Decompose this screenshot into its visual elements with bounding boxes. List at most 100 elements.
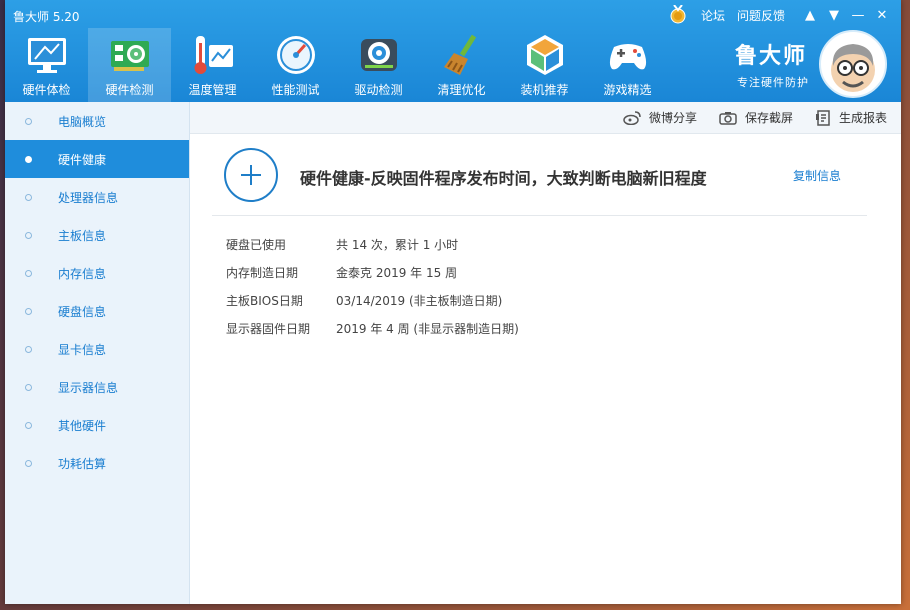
sidebar-item-label: 硬件健康 (58, 152, 107, 167)
bullet-icon (25, 193, 32, 201)
bullet-icon (25, 307, 32, 315)
watermark: 值 什么值得买 (778, 573, 898, 600)
sidebar-item-disk[interactable]: 硬盘信息 (5, 292, 189, 330)
nav-label: 游戏精选 (603, 83, 652, 97)
sidebar-item-gpu[interactable]: 显卡信息 (5, 330, 189, 368)
bullet-icon (25, 117, 32, 125)
nav-label: 性能测试 (271, 83, 320, 97)
weibo-share-label: 微博分享 (648, 111, 697, 125)
nav-item-performance[interactable]: 性能测试 (254, 28, 337, 102)
driver-gear-icon (361, 39, 397, 71)
info-key: 内存制造日期 (226, 265, 299, 280)
info-value: 2019 年 4 周 (非显示器制造日期) (336, 321, 519, 336)
minimize-button[interactable]: — (847, 8, 869, 23)
nav-label: 清理优化 (437, 83, 486, 97)
header-bar: 鲁大师 5.20 论坛 问题反馈 ▲ ▼ — ✕ 硬件体检 硬件检测 温度管理 … (5, 0, 901, 102)
info-table: 硬盘已使用 共 14 次，累计 1 小时 内存制造日期 金泰克 2019 年 1… (226, 230, 519, 342)
info-row: 显示器固件日期 2019 年 4 周 (非显示器制造日期) (226, 314, 519, 342)
nav-label: 装机推荐 (520, 83, 569, 97)
nav-item-temperature[interactable]: 温度管理 (171, 28, 254, 102)
info-value: 共 14 次，累计 1 小时 (336, 237, 459, 252)
bullet-icon (25, 269, 32, 277)
menu-icon[interactable]: ▼ (823, 8, 845, 23)
info-row: 硬盘已使用 共 14 次，累计 1 小时 (226, 230, 519, 258)
bullet-icon (25, 383, 32, 391)
nav-item-driver[interactable]: 驱动检测 (337, 28, 420, 102)
nav-item-games[interactable]: 游戏精选 (586, 28, 669, 102)
copy-info-link[interactable]: 复制信息 (793, 167, 841, 184)
sidebar-item-power[interactable]: 功耗估算 (5, 444, 189, 482)
gamepad-icon (609, 44, 647, 70)
broom-icon (444, 34, 477, 75)
info-value: 金泰克 2019 年 15 周 (336, 265, 458, 280)
info-key: 硬盘已使用 (226, 237, 287, 252)
sidebar-item-label: 硬盘信息 (58, 304, 107, 319)
nav-item-hardware-checkup[interactable]: 硬件体检 (5, 28, 88, 102)
sidebar-item-label: 内存信息 (58, 266, 107, 281)
sidebar-item-display[interactable]: 显示器信息 (5, 368, 189, 406)
app-window: 鲁大师 5.20 论坛 问题反馈 ▲ ▼ — ✕ 硬件体检 硬件检测 温度管理 … (5, 0, 901, 604)
nav-label: 温度管理 (188, 83, 237, 97)
generate-report-button[interactable]: 生成报表 (815, 109, 887, 126)
watermark-text: 值 什么值得买 (777, 577, 898, 599)
bullet-icon (25, 459, 32, 467)
cube-icon (527, 35, 563, 75)
titlebar-controls: 论坛 问题反馈 ▲ ▼ — ✕ (669, 4, 893, 25)
brand-slogan: 专注硬件防护 (737, 76, 809, 89)
sidebar-item-overview[interactable]: 电脑概览 (5, 102, 189, 140)
skin-icon[interactable]: ▲ (799, 8, 821, 23)
weibo-share-button[interactable]: 微博分享 (623, 109, 697, 126)
info-row: 内存制造日期 金泰克 2019 年 15 周 (226, 258, 519, 286)
sidebar-item-label: 电脑概览 (58, 114, 107, 129)
mascot-avatar[interactable] (819, 30, 887, 98)
hardware-board-icon (111, 41, 149, 71)
sidebar-item-motherboard[interactable]: 主板信息 (5, 216, 189, 254)
bullet-icon (25, 155, 32, 163)
sidebar-item-cpu[interactable]: 处理器信息 (5, 178, 189, 216)
main-nav: 硬件体检 硬件检测 温度管理 性能测试 驱动检测 清理优化 装机推荐 游戏精选 (5, 28, 669, 102)
save-screenshot-button[interactable]: 保存截屏 (719, 109, 793, 126)
info-key: 显示器固件日期 (226, 321, 311, 336)
generate-report-label: 生成报表 (838, 111, 887, 125)
bullet-icon (25, 421, 32, 429)
monitor-icon (28, 38, 66, 73)
bullet-icon (25, 231, 32, 239)
medal-icon[interactable] (669, 4, 687, 25)
weibo-icon (623, 110, 641, 125)
report-icon (815, 109, 830, 126)
toolbar: 微博分享 保存截屏 生成报表 (190, 102, 901, 134)
sidebar-item-label: 主板信息 (58, 228, 107, 243)
sidebar-item-label: 显卡信息 (58, 342, 107, 357)
sidebar: 电脑概览 硬件健康 处理器信息 主板信息 内存信息 硬盘信息 显卡信息 显示器信… (5, 102, 190, 604)
info-value: 03/14/2019 (非主板制造日期) (336, 293, 503, 308)
forum-link[interactable]: 论坛 (701, 7, 725, 24)
nav-item-build-recommend[interactable]: 装机推荐 (503, 28, 586, 102)
main-panel: 微博分享 保存截屏 生成报表 硬件健康-反映固件程序发布时间，大致判断电脑新旧程… (190, 102, 901, 604)
section-title: 硬件健康-反映固件程序发布时间，大致判断电脑新旧程度 (300, 169, 707, 188)
save-screenshot-label: 保存截屏 (744, 111, 793, 125)
sidebar-item-health[interactable]: 硬件健康 (5, 140, 189, 178)
sidebar-item-label: 显示器信息 (58, 380, 119, 395)
nav-label: 驱动检测 (354, 83, 403, 97)
feedback-link[interactable]: 问题反馈 (737, 7, 785, 24)
bullet-icon (25, 345, 32, 353)
nav-label: 硬件检测 (105, 83, 154, 97)
sidebar-item-label: 处理器信息 (58, 190, 119, 205)
sidebar-item-label: 功耗估算 (58, 456, 107, 471)
nav-item-hardware-detect[interactable]: 硬件检测 (88, 28, 171, 102)
thermometer-icon (194, 36, 233, 74)
sidebar-item-label: 其他硬件 (58, 418, 107, 433)
brand-name: 鲁大师 (735, 44, 808, 69)
section-header: 硬件健康-反映固件程序发布时间，大致判断电脑新旧程度 复制信息 (212, 148, 867, 216)
brand-area: 鲁大师 专注硬件防护 (729, 28, 889, 102)
close-button[interactable]: ✕ (871, 8, 893, 23)
nav-item-cleanup[interactable]: 清理优化 (420, 28, 503, 102)
camera-icon (719, 111, 737, 125)
info-key: 主板BIOS日期 (226, 293, 303, 308)
speedometer-icon (277, 36, 315, 74)
sidebar-item-other[interactable]: 其他硬件 (5, 406, 189, 444)
sidebar-item-memory[interactable]: 内存信息 (5, 254, 189, 292)
nav-label: 硬件体检 (22, 83, 71, 97)
info-row: 主板BIOS日期 03/14/2019 (非主板制造日期) (226, 286, 519, 314)
app-title: 鲁大师 5.20 (13, 10, 80, 24)
